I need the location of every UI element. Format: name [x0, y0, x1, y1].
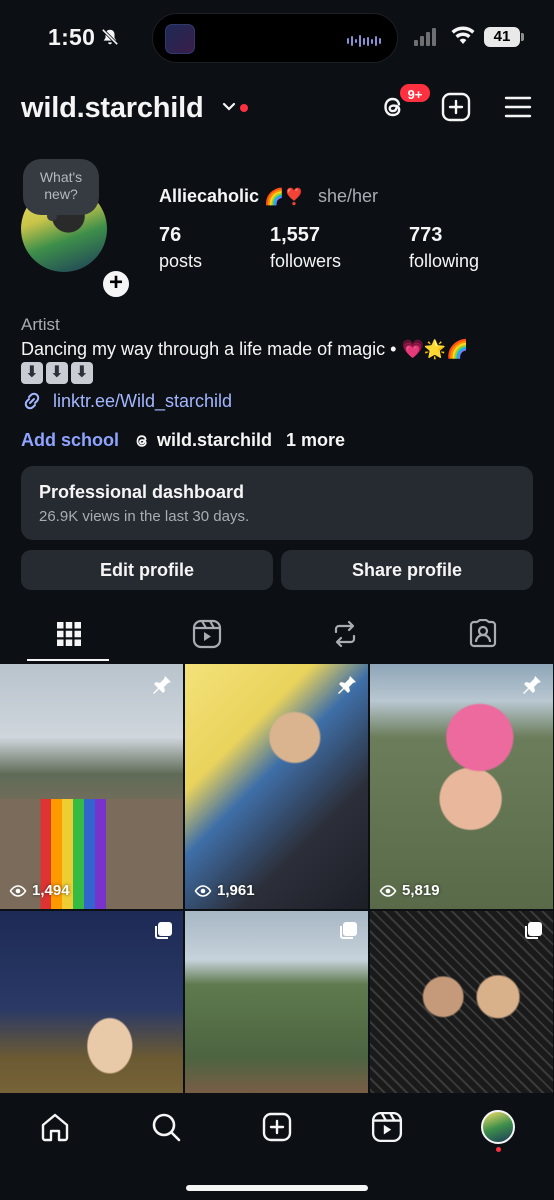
reels-icon	[192, 619, 222, 649]
stat-following[interactable]: 773 following	[409, 224, 479, 272]
profile-tabs	[0, 606, 554, 662]
bio-text: Dancing my way through a life made of ma…	[21, 339, 469, 359]
eye-icon	[194, 884, 212, 897]
name-emojis: 🌈❣️	[264, 187, 304, 206]
home-icon	[41, 1113, 69, 1142]
down-arrow-emoji: ⬇	[71, 362, 93, 384]
link-icon	[24, 392, 40, 410]
active-tab-indicator	[27, 659, 109, 661]
stat-value: 1,557	[270, 224, 321, 246]
audio-wave-icon	[347, 35, 381, 47]
threads-handle-link[interactable]: wild.starchild	[157, 430, 272, 451]
profile-avatar	[481, 1110, 515, 1144]
display-name-text: Alliecaholic	[159, 186, 260, 206]
down-arrow-emoji: ⬇	[46, 362, 68, 384]
stat-label: posts	[159, 251, 203, 271]
search-icon	[152, 1113, 181, 1142]
status-bar: 1:50 41	[0, 0, 554, 80]
wifi-icon	[451, 26, 475, 44]
dynamic-island[interactable]	[152, 13, 398, 63]
dashboard-title: Professional dashboard	[39, 482, 245, 502]
carousel-icon	[155, 922, 172, 939]
bio-link[interactable]: linktr.ee/Wild_starchild	[21, 390, 232, 412]
eye-icon	[379, 884, 397, 897]
profile-header: wild.starchild 9+	[0, 82, 554, 132]
view-count-value: 1,494	[32, 882, 70, 899]
share-profile-button[interactable]: Share profile	[281, 550, 533, 590]
notification-dot	[240, 104, 248, 112]
post-tile[interactable]: 1,494	[0, 664, 183, 909]
cellular-signal-icon	[414, 28, 436, 46]
down-arrow-emoji: ⬇	[21, 362, 43, 384]
bell-off-icon	[101, 28, 119, 46]
tab-reels[interactable]	[138, 606, 276, 662]
more-links-button[interactable]: 1 more	[286, 430, 345, 451]
tab-posts[interactable]	[0, 606, 138, 662]
create-icon	[262, 1112, 292, 1142]
tab-tagged[interactable]	[414, 606, 552, 662]
battery-indicator: 41	[484, 27, 524, 47]
pronouns: she/her	[318, 186, 379, 206]
stat-label: following	[409, 251, 480, 271]
note-bubble[interactable]: What's new?	[23, 159, 99, 221]
status-time: 1:50	[48, 24, 96, 50]
posts-grid-icon	[57, 622, 81, 646]
dashboard-subtitle: 26.9K views in the last 30 days.	[39, 508, 250, 525]
nav-profile[interactable]	[480, 1109, 516, 1145]
carousel-icon	[340, 922, 357, 939]
menu-icon[interactable]	[503, 92, 533, 122]
live-activity-app-icon	[165, 24, 195, 54]
profile-meta-row: Add school wild.starchild 1 more	[21, 430, 345, 451]
create-post-icon[interactable]	[441, 92, 471, 122]
post-tile[interactable]: 5,819	[370, 664, 553, 909]
threads-notification-badge: 9+	[398, 82, 432, 104]
nav-home[interactable]	[37, 1109, 73, 1145]
reposts-icon	[334, 620, 356, 648]
view-count: 1,494	[9, 882, 70, 899]
view-count: 1,961	[194, 882, 255, 899]
stat-followers[interactable]: 1,557 followers	[270, 224, 341, 272]
pin-icon	[338, 676, 356, 694]
add-story-icon[interactable]: +	[100, 268, 132, 300]
carousel-icon	[525, 922, 542, 939]
pin-icon	[523, 676, 541, 694]
bio-arrows: ⬇ ⬇ ⬇	[21, 362, 93, 384]
edit-profile-button[interactable]: Edit profile	[21, 550, 273, 590]
professional-dashboard-card[interactable]: Professional dashboard 26.9K views in th…	[21, 466, 533, 540]
bottom-nav	[0, 1093, 554, 1200]
chevron-down-icon[interactable]	[222, 102, 236, 112]
stat-value: 76	[159, 224, 182, 246]
stat-posts[interactable]: 76 posts	[159, 224, 202, 272]
post-tile[interactable]: 1,961	[185, 664, 368, 909]
threads-icon	[136, 434, 147, 447]
account-switcher[interactable]: wild.starchild	[21, 92, 204, 125]
pin-icon	[153, 676, 171, 694]
stat-label: followers	[270, 251, 342, 271]
add-school-link[interactable]: Add school	[21, 430, 119, 451]
eye-icon	[9, 884, 27, 897]
profile-category: Artist	[21, 315, 60, 334]
view-count-value: 5,819	[402, 882, 440, 899]
view-count-value: 1,961	[217, 882, 255, 899]
link-text[interactable]: linktr.ee/Wild_starchild	[53, 391, 232, 412]
view-count: 5,819	[379, 882, 440, 899]
reels-icon	[371, 1111, 403, 1143]
tagged-icon	[469, 619, 497, 648]
profile-notification-dot	[496, 1147, 501, 1152]
display-name: Alliecaholic 🌈❣️	[159, 186, 304, 207]
nav-search[interactable]	[148, 1109, 184, 1145]
home-indicator[interactable]	[186, 1185, 368, 1191]
nav-reels[interactable]	[369, 1109, 405, 1145]
nav-create[interactable]	[259, 1109, 295, 1145]
stat-value: 773	[409, 224, 443, 246]
tab-reposts[interactable]	[276, 606, 414, 662]
